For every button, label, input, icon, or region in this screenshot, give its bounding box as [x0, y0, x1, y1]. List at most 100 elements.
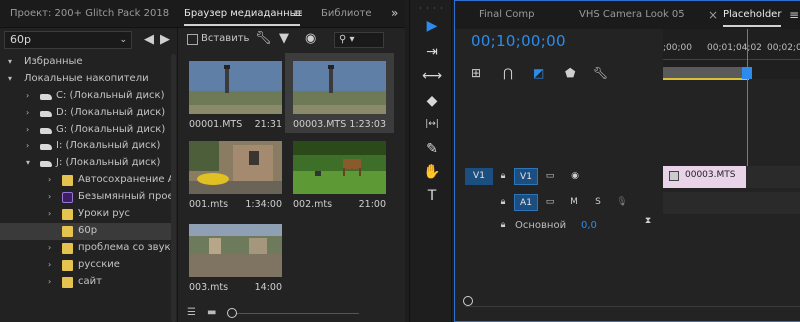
folder-icon — [62, 242, 73, 254]
snap-magnet-icon[interactable]: ⋂ — [503, 66, 513, 80]
chevron-right-icon[interactable]: › — [48, 189, 51, 206]
chevron-right-icon[interactable]: › — [48, 240, 51, 257]
audio-track-lane — [663, 192, 800, 214]
sync-lock-icon[interactable]: ▭ — [542, 194, 558, 211]
playhead-timecode[interactable]: 00;10;00;00 — [471, 32, 566, 50]
timeline-horizontal-scrollbar[interactable] — [465, 306, 800, 313]
wrench-icon[interactable]: 🔧︎ — [255, 31, 272, 46]
tree-item-label: Автосохранение Ad — [78, 174, 171, 186]
tab-vhs-camera-look[interactable]: VHS Camera Look 05 — [579, 1, 685, 29]
chevron-right-icon[interactable]: › — [48, 172, 51, 189]
zoom-slider-track[interactable] — [233, 313, 359, 314]
chevron-right-icon[interactable]: › — [48, 206, 51, 223]
back-arrow-icon[interactable]: ◀ — [144, 31, 154, 49]
timeline-clip[interactable]: 00003.MTS — [663, 166, 746, 188]
hand-tool-icon[interactable]: ✋ — [422, 162, 442, 182]
tree-item[interactable]: ▾ Избранные — [0, 54, 171, 71]
chevron-double-right-icon[interactable]: » — [391, 0, 398, 28]
tree-item-label: I: (Локальный диск) — [56, 140, 161, 152]
media-thumbnail[interactable]: 00003.MTS 1:23:03 — [293, 61, 386, 133]
filter-icon[interactable]: ▼ — [279, 31, 289, 46]
media-thumbnail[interactable]: 003.mts 14:00 — [189, 224, 282, 296]
track-target-v1[interactable]: V1 — [514, 168, 538, 185]
razor-tool-icon[interactable]: ◆ — [422, 91, 442, 111]
eye-icon[interactable]: ◉ — [305, 31, 316, 46]
tree-item[interactable]: › C: (Локальный диск) — [0, 88, 171, 105]
go-to-end-icon[interactable]: ⧗ — [641, 213, 655, 230]
tree-item[interactable]: › Безымянный прое — [0, 189, 171, 206]
tree-item[interactable]: › русские — [0, 257, 171, 274]
tree-scrollbar[interactable] — [171, 54, 176, 322]
hamburger-icon[interactable]: ≡ — [293, 0, 303, 28]
linked-selection-icon[interactable]: ◩ — [533, 66, 544, 80]
tree-item[interactable]: › G: (Локальный диск) — [0, 122, 171, 139]
lock-icon[interactable]: 🔒︎ — [495, 194, 511, 211]
chevron-down-icon[interactable]: ▾ — [8, 71, 12, 88]
microphone-icon[interactable]: 🎙︎ — [615, 194, 629, 211]
search-input[interactable]: ⚲ ▾ — [334, 32, 384, 48]
mute-button[interactable]: M — [567, 194, 581, 211]
tab-media-browser[interactable]: Браузер медиаданных — [184, 0, 300, 28]
tree-item[interactable]: › проблема со звуко — [0, 240, 171, 257]
selection-tool-icon[interactable]: ▶ — [422, 16, 442, 36]
lock-icon[interactable]: 🔒︎ — [495, 217, 511, 234]
tab-placeholder[interactable]: Placeholder — [723, 1, 782, 29]
insert-checkbox[interactable] — [187, 34, 198, 45]
chevron-down-icon[interactable]: ▾ — [26, 155, 30, 172]
pen-tool-icon[interactable]: ✎ — [422, 139, 442, 159]
sync-lock-icon[interactable]: ▭ — [542, 168, 558, 185]
tree-item[interactable]: ▾ J: (Локальный диск) — [0, 155, 171, 172]
slip-tool-icon[interactable]: |↔| — [422, 114, 442, 134]
thumbnail-image — [189, 141, 282, 194]
chevron-right-icon[interactable]: › — [26, 105, 29, 122]
ruler-label: ;00;00 — [663, 43, 692, 53]
tree-item[interactable]: ▾ Локальные накопители — [0, 71, 171, 88]
tab-libraries[interactable]: Библиотек — [321, 0, 371, 28]
tree-item[interactable]: › I: (Локальный диск) — [0, 138, 171, 155]
filter-select[interactable]: 60р ⌄ — [4, 31, 132, 49]
insert-label: Вставить — [201, 33, 250, 44]
forward-arrow-icon[interactable]: ▶ — [160, 31, 170, 49]
nest-sequence-icon[interactable]: ⊞ — [471, 66, 481, 80]
tree-item[interactable]: › Автосохранение Ad — [0, 172, 171, 189]
tree-item[interactable]: › D: (Локальный диск) — [0, 105, 171, 122]
icon-view-icon[interactable]: ▬ — [207, 307, 216, 318]
tree-item[interactable]: › Уроки рус — [0, 206, 171, 223]
ripple-edit-tool-icon[interactable]: ⟷ — [422, 66, 442, 86]
chevron-right-icon[interactable]: › — [26, 88, 29, 105]
work-area-bar[interactable] — [663, 67, 749, 80]
hamburger-icon[interactable]: ≡ — [789, 1, 799, 29]
eye-icon[interactable]: ◉ — [567, 168, 583, 185]
timeline-zoom-knob[interactable] — [463, 296, 473, 306]
media-thumbnail[interactable]: 00001.MTS 21:31 — [189, 61, 282, 133]
lock-icon[interactable]: 🔒︎ — [495, 168, 511, 185]
folder-icon — [62, 209, 73, 221]
media-thumbnail[interactable]: 002.mts 21:00 — [293, 141, 386, 213]
folder-icon — [62, 225, 73, 237]
ruler-ticks — [663, 59, 800, 65]
wrench-icon[interactable]: 🔧︎ — [593, 66, 608, 80]
track-target-a1[interactable]: A1 — [514, 194, 538, 211]
tree-item[interactable]: 60р — [0, 222, 171, 240]
list-view-icon[interactable]: ☰ — [187, 307, 196, 318]
track-select-tool-icon[interactable]: ⇥ — [422, 42, 442, 62]
chevron-right-icon[interactable]: › — [48, 274, 51, 291]
chevron-down-icon[interactable]: ▾ — [8, 54, 12, 71]
chevron-right-icon[interactable]: › — [26, 138, 29, 155]
type-tool-icon[interactable]: T — [422, 186, 442, 206]
playhead-line — [747, 29, 748, 167]
add-marker-icon[interactable]: ⬟ — [565, 66, 575, 80]
tab-final-comp[interactable]: Final Comp — [479, 1, 534, 29]
close-icon[interactable]: × — [708, 1, 718, 29]
chevron-right-icon[interactable]: › — [26, 122, 29, 139]
source-patch-v1[interactable]: V1 — [465, 168, 493, 185]
zoom-slider-knob[interactable] — [227, 308, 237, 318]
solo-button[interactable]: S — [591, 194, 605, 211]
tree-item[interactable]: › сайт — [0, 274, 171, 291]
tab-project[interactable]: Проект: 200+ Glitch Pack 2018 — [10, 0, 170, 28]
chevron-right-icon[interactable]: › — [48, 257, 51, 274]
master-volume-value[interactable]: 0,0 — [581, 220, 597, 231]
time-ruler[interactable]: ;00;00 00;01;04;02 00;02;08 — [663, 29, 800, 80]
media-bottom-bar: ☰ ▬ — [179, 300, 405, 322]
media-thumbnail[interactable]: 001.mts 1:34:00 — [189, 141, 282, 213]
